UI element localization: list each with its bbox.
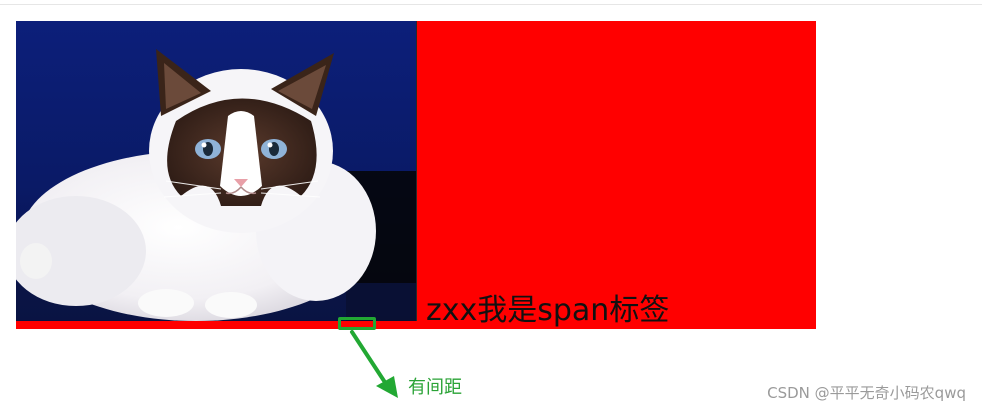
span-label-text: zxx我是span标签 — [426, 293, 670, 328]
annotation-arrow-icon — [350, 330, 398, 398]
csdn-watermark: CSDN @平平无奇小码农qwq — [767, 384, 966, 402]
top-divider — [0, 4, 982, 5]
red-container-box: zxx我是span标签 — [16, 21, 816, 329]
annotation-label: 有间距 — [408, 377, 462, 398]
page: zxx我是span标签 有间距 CSDN @平平无奇小码农qwq — [0, 0, 982, 414]
cat-image — [16, 21, 417, 321]
